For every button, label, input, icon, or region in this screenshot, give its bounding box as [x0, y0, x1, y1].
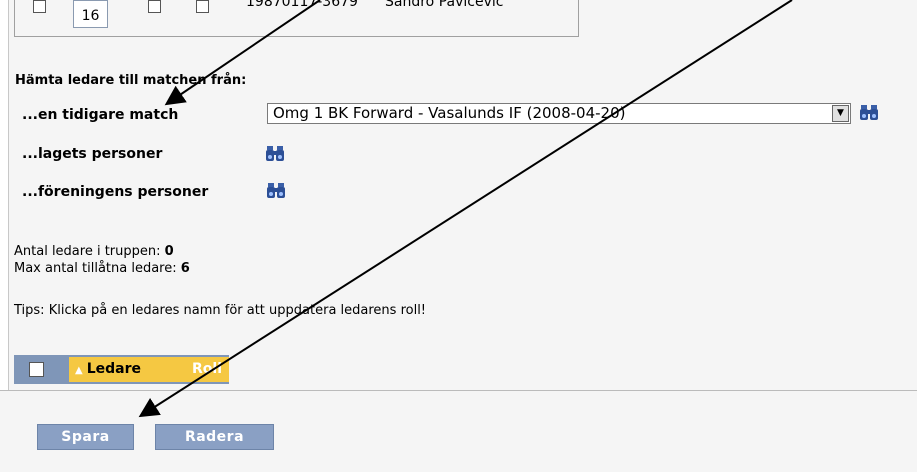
- shirt-number-field[interactable]: 16: [73, 0, 108, 28]
- player-personal-id: 19870117-3679: [246, 0, 358, 10]
- max-leaders-value: 6: [180, 261, 190, 276]
- previous-match-selected: Omg 1 BK Forward - Vasalunds IF (2008-04…: [273, 104, 626, 122]
- fetch-leaders-title: Hämta ledare till matchen från:: [15, 73, 247, 88]
- leaders-in-squad-label: Antal ledare i truppen:: [14, 244, 161, 259]
- max-leaders-label: Max antal tillåtna ledare:: [14, 261, 177, 276]
- sort-triangle-icon: ▲: [75, 365, 83, 376]
- leaders-table-header: ▲ Ledare Roll: [14, 355, 229, 384]
- tip-text: Tips: Klicka på en ledares namn för att …: [14, 303, 427, 318]
- column-header-leader-label: Ledare: [86, 361, 141, 377]
- leaders-in-squad-value: 0: [164, 244, 174, 259]
- save-button[interactable]: Spara: [37, 424, 134, 450]
- button-bar: [0, 391, 917, 472]
- binoculars-icon[interactable]: [859, 104, 879, 122]
- max-leaders-row: Max antal tillåtna ledare: 6: [14, 261, 190, 276]
- chevron-down-icon[interactable]: ▼: [832, 105, 849, 122]
- binoculars-icon[interactable]: [265, 145, 285, 163]
- team-people-label: ...lagets personer: [22, 146, 163, 162]
- player-captain-checkbox[interactable]: [148, 0, 161, 13]
- delete-button[interactable]: Radera: [155, 424, 274, 450]
- binoculars-icon[interactable]: [266, 182, 286, 200]
- player-select-checkbox[interactable]: [33, 0, 46, 13]
- player-name[interactable]: Sandro Pavicevic: [385, 0, 503, 10]
- select-all-checkbox[interactable]: [29, 362, 44, 377]
- previous-match-select[interactable]: Omg 1 BK Forward - Vasalunds IF (2008-04…: [267, 103, 851, 124]
- player-table-row: 16 19870117-3679 Sandro Pavicevic: [14, 0, 579, 37]
- column-header-role[interactable]: Roll: [174, 357, 229, 382]
- column-header-leader[interactable]: ▲ Ledare: [69, 357, 174, 382]
- club-people-label: ...föreningens personer: [22, 184, 209, 200]
- player-goalkeeper-checkbox[interactable]: [196, 0, 209, 13]
- previous-match-label: ...en tidigare match: [22, 107, 179, 123]
- leaders-in-squad-row: Antal ledare i truppen: 0: [14, 244, 174, 259]
